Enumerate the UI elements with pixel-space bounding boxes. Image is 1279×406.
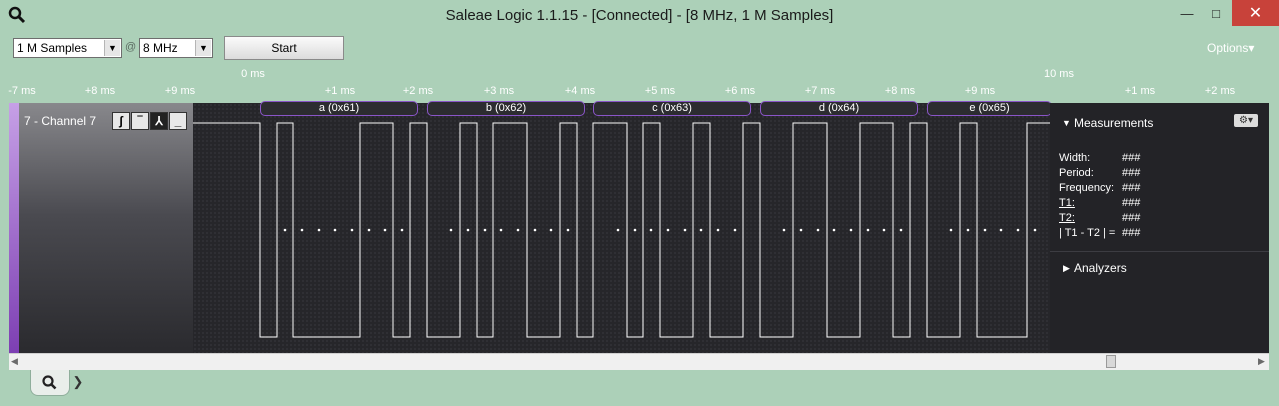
ruler-tick: +3 ms	[483, 85, 515, 97]
measure-t2-value: ###	[1122, 212, 1141, 224]
decoded-byte[interactable]: c (0x63)	[593, 101, 751, 116]
waveform-area[interactable]	[193, 103, 1050, 353]
ruler-tick: +2 ms	[1204, 85, 1236, 97]
measure-t2-label[interactable]: T2:	[1059, 212, 1075, 224]
measure-frequency-label: Frequency:	[1059, 182, 1115, 194]
measure-t1-value: ###	[1122, 197, 1141, 209]
close-button[interactable]: ✕	[1232, 0, 1279, 26]
trigger-low-icon[interactable]: _	[169, 112, 187, 130]
expand-right-icon[interactable]: ▶	[1063, 263, 1070, 274]
chevron-down-icon[interactable]: ▼	[195, 40, 211, 56]
ruler-tick: +1 ms	[324, 85, 356, 97]
decoded-byte[interactable]: d (0x64)	[760, 101, 918, 116]
panel-divider	[1050, 251, 1269, 252]
channel-7-waveform	[193, 122, 1050, 338]
trigger-rising-edge-icon[interactable]: ʃ	[112, 112, 130, 130]
ruler-tick: +4 ms	[564, 85, 596, 97]
ruler-ten-label: 10 ms	[1044, 68, 1074, 80]
ruler-tick: +8 ms	[84, 85, 116, 97]
scroll-thumb[interactable]	[1106, 355, 1116, 368]
expand-down-icon[interactable]: ▼	[1062, 118, 1071, 128]
options-menu[interactable]: Options▾	[1207, 41, 1254, 55]
ruler-tick: +7 ms	[804, 85, 836, 97]
horizontal-scrollbar[interactable]	[9, 353, 1269, 370]
ruler-tick: +6 ms	[724, 85, 756, 97]
ruler-tick: +1 ms	[1124, 85, 1156, 97]
ruler-tick: +8 ms	[884, 85, 916, 97]
ruler-tick: +9 ms	[964, 85, 996, 97]
gear-icon[interactable]: ⚙▾	[1234, 114, 1258, 127]
scroll-left-icon[interactable]: ◀	[11, 356, 18, 367]
ruler-tick: +5 ms	[644, 85, 676, 97]
decoded-byte[interactable]: a (0x61)	[260, 101, 418, 116]
measure-width-label: Width:	[1059, 152, 1091, 164]
ruler-tick: +9 ms	[164, 85, 196, 97]
samples-select[interactable]: 1 M Samples ▼	[13, 38, 122, 58]
trigger-high-icon[interactable]: ‾	[131, 112, 149, 130]
at-symbol: @	[125, 41, 137, 53]
measure-period-value: ###	[1122, 167, 1141, 179]
trigger-falling-edge-icon[interactable]: ⅄	[150, 112, 168, 130]
rate-select[interactable]: 8 MHz ▼	[139, 38, 213, 58]
measure-delta-label: | T1 - T2 | =	[1059, 227, 1116, 239]
scroll-right-icon[interactable]: ▶	[1258, 356, 1265, 367]
search-tab[interactable]	[30, 370, 70, 396]
chevron-right-icon[interactable]: ❯	[70, 372, 86, 394]
measure-period-label: Period:	[1059, 167, 1094, 179]
measure-width-value: ###	[1122, 152, 1141, 164]
window-title: Saleae Logic 1.1.15 - [Connected] - [8 M…	[445, 7, 834, 24]
samples-select-value: 1 M Samples	[17, 41, 88, 55]
magnifier-icon	[42, 375, 57, 390]
measure-frequency-value: ###	[1122, 182, 1141, 194]
maximize-button[interactable]: □	[1199, 0, 1233, 26]
channel-color-strip	[9, 103, 19, 353]
ruler-tick: -7 ms	[8, 85, 36, 97]
decoded-byte[interactable]: b (0x62)	[427, 101, 585, 116]
rate-select-value: 8 MHz	[143, 41, 178, 55]
analyzers-header[interactable]: Analyzers	[1074, 261, 1127, 275]
channel-label[interactable]: 7 - Channel 7	[24, 114, 96, 128]
chevron-down-icon[interactable]: ▼	[104, 40, 120, 56]
channel-header[interactable]	[19, 103, 193, 353]
ruler-tick: +2 ms	[402, 85, 434, 97]
start-button[interactable]: Start	[224, 36, 344, 60]
measure-delta-value: ###	[1122, 227, 1141, 239]
measurements-title[interactable]: Measurements	[1074, 116, 1153, 130]
decoded-byte[interactable]: e (0x65)	[927, 101, 1052, 116]
ruler-zero-label: 0 ms	[241, 68, 265, 80]
measure-t1-label[interactable]: T1:	[1059, 197, 1075, 209]
waveform-graph	[193, 122, 1050, 338]
